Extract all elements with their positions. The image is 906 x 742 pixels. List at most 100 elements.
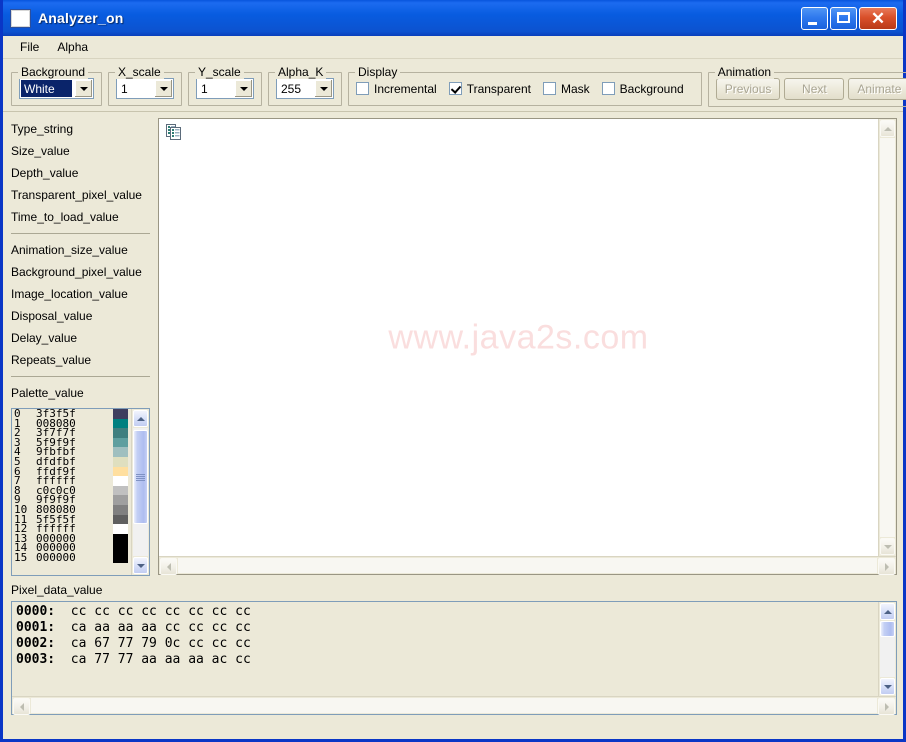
checkbox-transparent[interactable]: Transparent <box>448 81 531 96</box>
background-group-title: Background <box>18 65 89 79</box>
checkbox-mask-label: Mask <box>560 81 590 96</box>
background-combo-value: White <box>21 80 72 97</box>
palette-scroll-thumb[interactable] <box>133 430 148 524</box>
palette-rows-container[interactable]: 0 3f3f5f 1 008080 2 3f7f7f 3 5f9f9f 4 9fbfbf 5 dfdf… <box>12 409 131 575</box>
animate-button[interactable]: Animate <box>848 78 906 100</box>
pixel-data-box[interactable]: 0000: cc cc cc cc cc cc cc cc 0001: ca aa… <box>11 601 897 715</box>
checkbox-incremental-box[interactable] <box>356 82 369 95</box>
scroll-right-button[interactable] <box>878 558 895 575</box>
palette-vertical-scrollbar[interactable] <box>131 409 149 575</box>
checkbox-background-box[interactable] <box>601 82 615 95</box>
grip-icon <box>136 473 145 481</box>
previous-button[interactable]: Previous <box>715 78 781 100</box>
chevron-down-icon[interactable] <box>154 80 172 97</box>
display-group: Display Incremental Transparent Mask Bac… <box>348 65 702 106</box>
info-size-value: Size_value <box>11 144 70 158</box>
canvas-vertical-scrollbar[interactable] <box>878 119 896 556</box>
palette-color-swatch <box>113 505 128 515</box>
scroll-down-button[interactable] <box>133 557 148 574</box>
canvas-v-scroll-track[interactable] <box>880 138 895 537</box>
menu-item-file[interactable]: File <box>11 38 48 56</box>
palette-color-swatch <box>113 485 128 496</box>
x-scale-combo[interactable]: 1 <box>116 78 174 99</box>
pixel-scroll-thumb[interactable] <box>880 621 895 637</box>
scroll-right-button[interactable] <box>878 698 895 715</box>
y-scale-group-title: Y_scale <box>195 65 244 79</box>
chevron-down-icon[interactable] <box>74 80 92 97</box>
animation-group: Animation Previous Next Animate <box>707 65 906 107</box>
info-type-string: Type_string <box>11 122 74 136</box>
y-scale-combo[interactable]: 1 <box>196 78 254 99</box>
animation-group-title: Animation <box>714 65 775 79</box>
checkbox-transparent-box[interactable] <box>448 82 462 95</box>
image-canvas-panel: www.java2s.com <box>158 118 897 575</box>
y-scale-combo-value: 1 <box>201 81 208 96</box>
palette-color-swatch <box>113 476 128 486</box>
pixel-row-bytes: cc cc cc cc cc cc cc cc <box>55 604 251 619</box>
close-button[interactable]: ✕ <box>859 6 897 30</box>
toolbar: Background White X_scale 1 Y_scale 1 Alp… <box>3 59 906 112</box>
scroll-down-button[interactable] <box>880 678 895 695</box>
scroll-up-button[interactable] <box>880 603 895 620</box>
pixel-horizontal-scrollbar[interactable] <box>12 696 896 715</box>
pixel-row-bytes: ca aa aa aa cc cc cc cc <box>55 620 251 635</box>
minimize-button[interactable] <box>801 6 828 30</box>
next-button[interactable]: Next <box>784 78 845 100</box>
pixel-rows-container[interactable]: 0000: cc cc cc cc cc cc cc cc 0001: ca aa… <box>12 602 878 696</box>
chevron-down-icon[interactable] <box>234 80 252 97</box>
upper-split: Type_string Size_value Depth_value Trans… <box>3 112 903 577</box>
pixel-row-address: 0000: <box>16 604 56 619</box>
scroll-up-button[interactable] <box>880 120 895 137</box>
palette-color-swatch <box>113 466 128 477</box>
pixel-data-row[interactable]: 0003: ca 77 77 aa aa aa ac cc <box>16 652 878 668</box>
palette-row-index: 15 <box>14 550 28 564</box>
background-combo[interactable]: White <box>19 78 94 99</box>
pixel-scroll-track[interactable] <box>880 621 895 677</box>
pixel-vertical-scrollbar[interactable] <box>878 602 896 696</box>
palette-color-swatch <box>113 543 128 553</box>
title-bar[interactable]: Analyzer_on ✕ <box>3 0 903 36</box>
canvas-horizontal-scrollbar[interactable] <box>159 556 896 575</box>
scroll-up-button[interactable] <box>133 410 148 427</box>
info-delay-value: Delay_value <box>11 331 78 345</box>
info-depth-value: Depth_value <box>11 166 79 180</box>
canvas-h-scroll-track[interactable] <box>178 558 877 573</box>
alpha-k-combo-value: 255 <box>281 81 302 96</box>
palette-scroll-track[interactable] <box>133 428 148 556</box>
info-time-to-load-value: Time_to_load_value <box>11 210 119 224</box>
checkbox-background[interactable]: Background <box>601 82 684 96</box>
palette-color-swatch <box>113 524 128 534</box>
pixel-row-bytes: ca 67 77 79 0c cc cc cc <box>55 636 251 651</box>
checkbox-mask-box[interactable] <box>542 82 556 95</box>
palette-color-swatch <box>113 418 128 429</box>
window-controls: ✕ <box>801 6 899 30</box>
palette-color-swatch <box>113 553 128 563</box>
pixel-data-row[interactable]: 0000: cc cc cc cc cc cc cc cc <box>16 604 878 620</box>
checkbox-transparent-label: Transparent <box>466 81 531 96</box>
menu-bar: File Alpha <box>3 36 903 59</box>
pixel-data-row[interactable]: 0002: ca 67 77 79 0c cc cc cc <box>16 636 878 652</box>
scroll-left-button[interactable] <box>160 558 177 575</box>
image-canvas[interactable]: www.java2s.com <box>159 119 878 556</box>
separator <box>11 376 150 377</box>
scroll-down-button[interactable] <box>880 538 895 555</box>
maximize-button[interactable] <box>830 6 857 30</box>
watermark-text: www.java2s.com <box>388 318 649 356</box>
pixel-h-scroll-track[interactable] <box>31 698 877 713</box>
x-scale-group-title: X_scale <box>115 65 164 79</box>
separator <box>11 233 150 234</box>
scroll-left-button[interactable] <box>13 698 30 715</box>
background-group: Background White <box>11 65 102 106</box>
menu-item-alpha[interactable]: Alpha <box>48 38 97 56</box>
palette-row-hex: 000000 <box>36 550 76 564</box>
chevron-down-icon[interactable] <box>314 80 332 97</box>
pixel-row-address: 0001: <box>16 620 56 635</box>
info-repeats-value: Repeats_value <box>11 353 92 367</box>
checkbox-incremental-label: Incremental <box>374 81 437 96</box>
palette-listbox[interactable]: 0 3f3f5f 1 008080 2 3f7f7f 3 5f9f9f 4 9fbfbf 5 dfdf… <box>11 408 150 576</box>
checkbox-mask[interactable]: Mask <box>542 81 590 96</box>
pixel-data-row[interactable]: 0001: ca aa aa aa cc cc cc cc <box>16 620 878 636</box>
alpha-k-combo[interactable]: 255 <box>276 78 334 99</box>
info-disposal-value: Disposal_value <box>11 309 93 323</box>
checkbox-incremental[interactable]: Incremental <box>356 82 437 96</box>
